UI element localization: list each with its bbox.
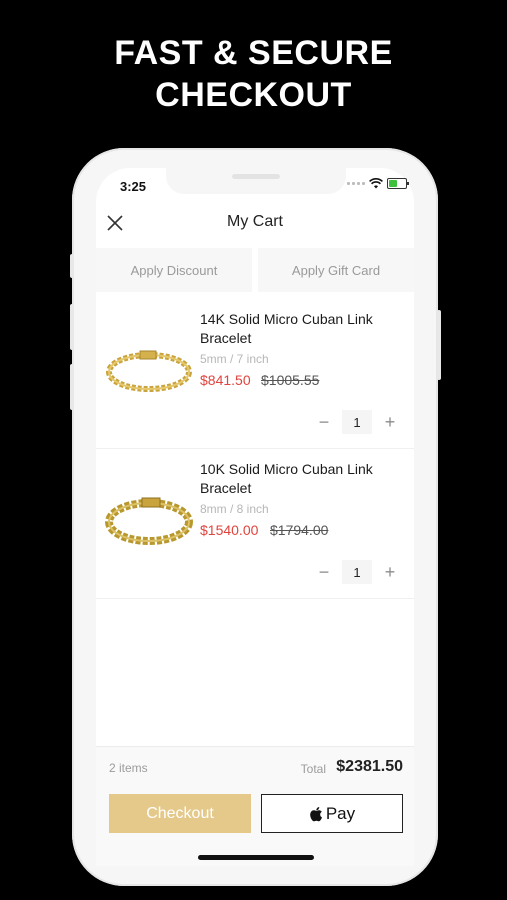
bracelet-image[interactable] <box>104 338 194 402</box>
quantity-stepper: − 1 + <box>314 560 400 584</box>
status-time: 3:25 <box>120 179 147 194</box>
increase-quantity-button[interactable]: + <box>380 412 400 432</box>
headline-line-2: CHECKOUT <box>155 76 352 114</box>
status-icons <box>347 178 409 189</box>
cart-summary: 2 items Total $2381.50 <box>96 746 414 787</box>
speaker-grille <box>232 174 280 179</box>
phone-power-button <box>437 310 441 380</box>
item-sale-price: $1540.00 <box>200 522 259 538</box>
wifi-icon <box>369 178 383 189</box>
phone-notch <box>166 168 346 194</box>
apple-pay-label: Pay <box>325 803 356 823</box>
cart-item: 10K Solid Micro Cuban Link Bracelet 8mm … <box>96 450 414 599</box>
total-label: Total <box>300 762 326 776</box>
headline-line-1: FAST & SECURE <box>114 34 393 72</box>
bracelet-image[interactable] <box>104 488 194 552</box>
phone-volume-up <box>70 304 74 350</box>
decrease-quantity-button[interactable]: − <box>314 412 334 432</box>
apply-gift-card-button[interactable]: Apply Gift Card <box>258 248 414 292</box>
home-indicator <box>198 855 314 860</box>
quantity-value[interactable]: 1 <box>342 410 372 434</box>
phone-mute-switch <box>70 254 74 278</box>
page-title: My Cart <box>227 213 283 230</box>
item-sale-price: $841.50 <box>200 372 251 388</box>
total-amount: $2381.50 <box>336 758 403 775</box>
quantity-stepper: − 1 + <box>314 410 400 434</box>
item-original-price: $1005.55 <box>261 372 320 388</box>
item-original-price: $1794.00 <box>270 522 329 538</box>
item-name[interactable]: 10K Solid Micro Cuban Link Bracelet <box>200 460 400 498</box>
headline: FAST & SECURE CHECKOUT <box>0 32 507 116</box>
item-variant: 8mm / 8 inch <box>200 502 269 516</box>
signal-icon <box>347 182 365 185</box>
apple-logo-icon <box>310 806 322 821</box>
cart-item: 14K Solid Micro Cuban Link Bracelet 5mm … <box>96 300 414 449</box>
quantity-value[interactable]: 1 <box>342 560 372 584</box>
checkout-button[interactable]: Checkout <box>109 794 251 833</box>
apple-pay-button[interactable]: Pay <box>261 794 403 833</box>
phone-volume-down <box>70 364 74 410</box>
battery-icon <box>387 178 409 189</box>
increase-quantity-button[interactable]: + <box>380 562 400 582</box>
apply-row: Apply Discount Apply Gift Card <box>96 248 414 292</box>
items-count: 2 items <box>109 761 148 775</box>
item-name[interactable]: 14K Solid Micro Cuban Link Bracelet <box>200 310 400 348</box>
checkout-actions: Checkout Pay <box>96 786 414 866</box>
decrease-quantity-button[interactable]: − <box>314 562 334 582</box>
item-variant: 5mm / 7 inch <box>200 352 269 366</box>
apply-discount-button[interactable]: Apply Discount <box>96 248 252 292</box>
